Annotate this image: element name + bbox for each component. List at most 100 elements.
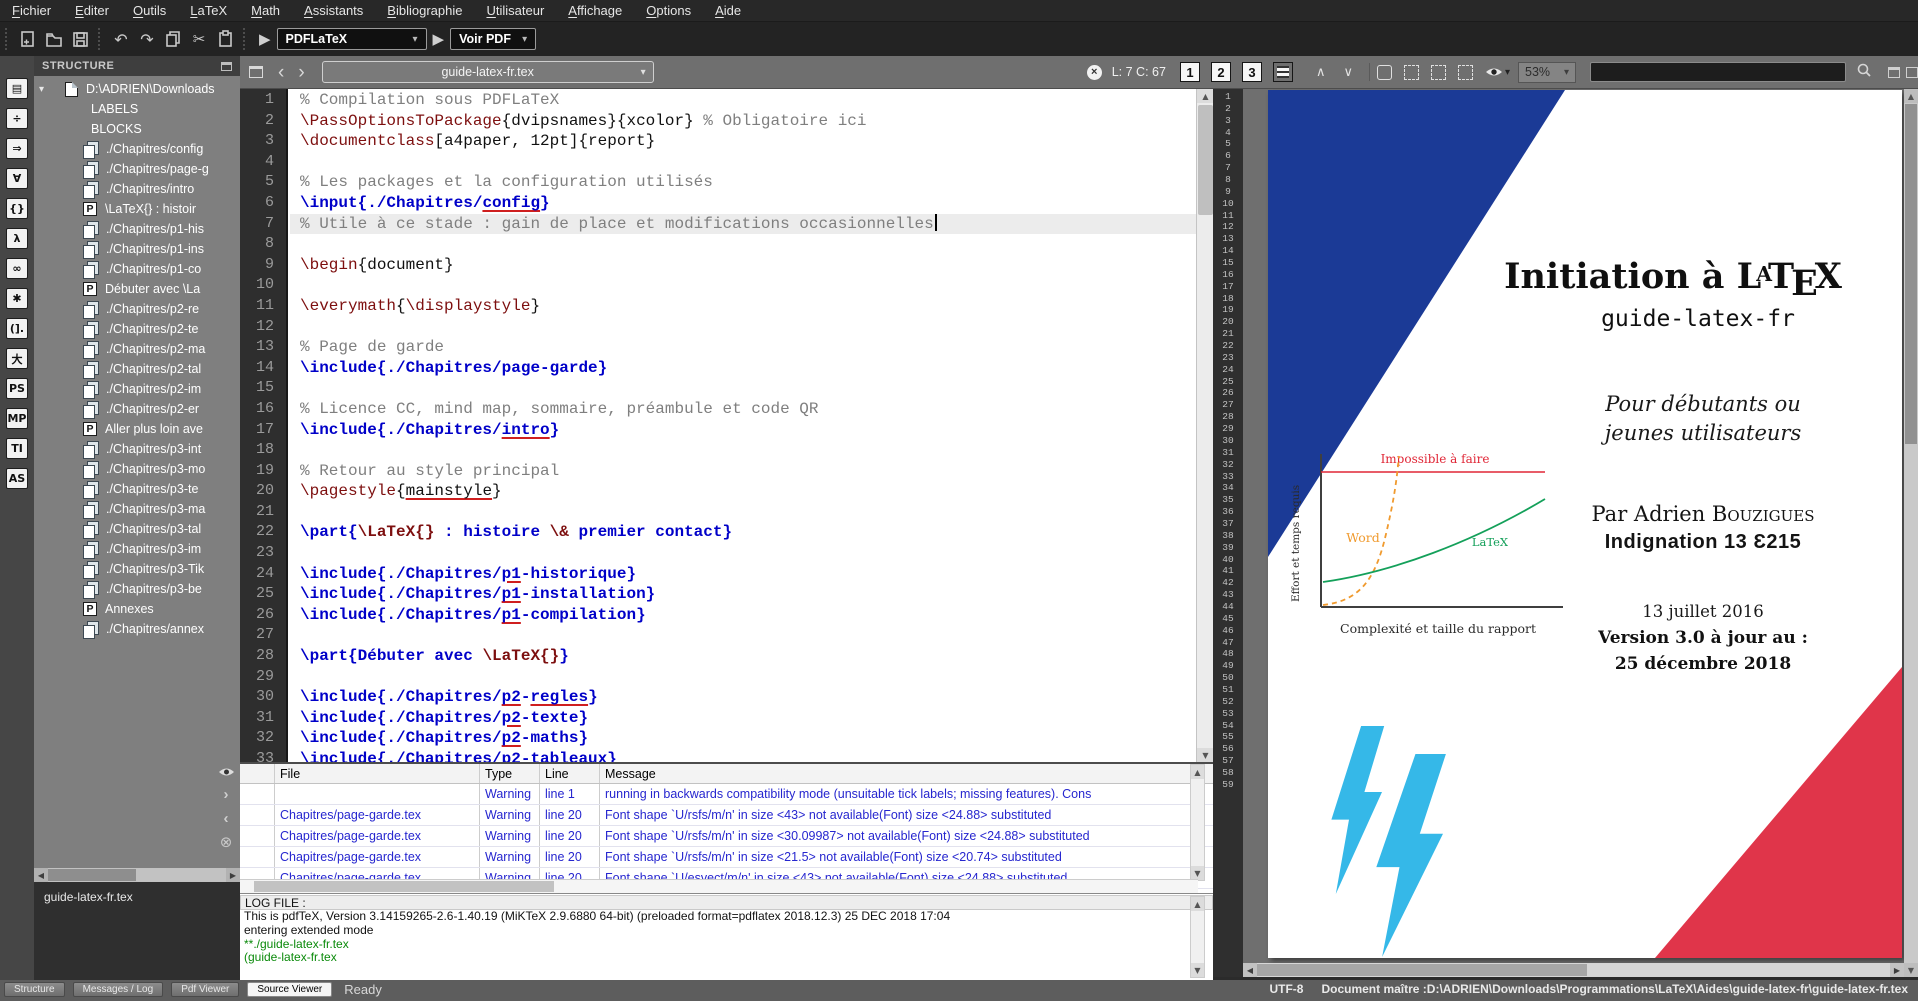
close-pdf-icon[interactable] xyxy=(1906,67,1918,78)
tree-item[interactable]: ./Chapitres/p3-im xyxy=(34,539,240,559)
status-tab-source-viewer[interactable]: Source Viewer xyxy=(247,982,332,997)
menu-item-bibliographie[interactable]: Bibliographie xyxy=(375,0,474,22)
source-editor[interactable]: 1234567891011121314151617181920212223242… xyxy=(240,89,1213,762)
menu-item-options[interactable]: Options xyxy=(634,0,703,22)
code-line[interactable] xyxy=(290,667,1196,688)
sidebar-tab-delimiters[interactable]: {} xyxy=(6,198,28,219)
menu-item-math[interactable]: Math xyxy=(239,0,292,22)
code-line[interactable]: \include{./Chapitres/page-garde} xyxy=(290,358,1196,379)
menu-item-outils[interactable]: Outils xyxy=(121,0,178,22)
search-icon[interactable] xyxy=(1856,62,1872,83)
structure-hscrollbar[interactable]: ◀▶ xyxy=(34,868,240,882)
message-row[interactable]: Chapitres/page-garde.texWarningline 20Fo… xyxy=(240,826,1213,847)
tree-item[interactable]: P\LaTeX{} : histoir xyxy=(34,199,240,219)
code-line[interactable] xyxy=(290,440,1196,461)
nav-forward-button[interactable]: › xyxy=(291,63,311,82)
code-line[interactable]: \part{\LaTeX{} : histoire \& premier con… xyxy=(290,522,1196,543)
tree-expand-caret-icon[interactable]: ▾ xyxy=(39,84,51,95)
next-error-icon[interactable]: › xyxy=(224,787,229,802)
previous-page-icon[interactable]: ∧ xyxy=(1307,65,1335,80)
view-pdf-select[interactable]: Voir PDF ▾ xyxy=(450,28,536,50)
messages-hscrollbar[interactable] xyxy=(240,879,1198,893)
tree-item[interactable]: ./Chapitres/annex xyxy=(34,619,240,639)
compiler-select[interactable]: PDFLaTeX ▾ xyxy=(277,28,427,50)
sidebar-tab-structure[interactable]: ▤ xyxy=(6,78,28,99)
code-line[interactable]: % Page de garde xyxy=(290,337,1196,358)
code-line[interactable]: \include{./Chapitres/p2-texte} xyxy=(290,708,1196,729)
tree-item[interactable]: PAller plus loin ave xyxy=(34,419,240,439)
code-line[interactable]: \documentclass[a4paper, 12pt]{report} xyxy=(290,131,1196,152)
pdf-viewer[interactable]: Initiation à LATEX guide-latex-fr Pour d… xyxy=(1243,89,1904,977)
status-tab-messages-log[interactable]: Messages / Log xyxy=(73,982,164,997)
sidebar-tab-brackets[interactable]: (]. xyxy=(6,318,28,339)
code-line[interactable] xyxy=(290,543,1196,564)
sidebar-tab-misc-math[interactable]: ∞ xyxy=(6,258,28,279)
tree-item[interactable]: ./Chapitres/p3-Tik xyxy=(34,559,240,579)
menu-item-fichier[interactable]: Fichier xyxy=(0,0,63,22)
menu-item-utilisateur[interactable]: Utilisateur xyxy=(474,0,556,22)
presentation-icon[interactable] xyxy=(1458,65,1473,80)
tree-item[interactable]: ./Chapitres/p2-er xyxy=(34,399,240,419)
preview-eye-button[interactable]: ▾ xyxy=(1485,66,1510,78)
code-line[interactable]: \include{./Chapitres/intro} xyxy=(290,420,1196,441)
zoom-select[interactable]: 53% ▾ xyxy=(1518,62,1576,83)
tree-item[interactable]: ./Chapitres/intro xyxy=(34,179,240,199)
messages-vscrollbar[interactable]: ▲▼ xyxy=(1190,764,1205,881)
log-vscrollbar[interactable]: ▲▼ xyxy=(1190,896,1205,978)
new-document-button[interactable] xyxy=(15,26,41,52)
editor-vscrollbar[interactable]: ▲ ▼ xyxy=(1196,89,1213,762)
tree-item[interactable]: ./Chapitres/p3-mo xyxy=(34,459,240,479)
sidebar-tab-misc-symbols[interactable]: ∀ xyxy=(6,168,28,189)
pdf-vscrollbar[interactable]: ▲ ▼ xyxy=(1904,89,1918,977)
tree-item[interactable]: BLOCKS xyxy=(34,119,240,139)
undo-icon[interactable]: ↶ xyxy=(108,26,134,52)
close-document-icon[interactable]: × xyxy=(1087,65,1102,80)
sidebar-tab-pstricks[interactable]: PS xyxy=(6,378,28,399)
code-line[interactable] xyxy=(290,625,1196,646)
code-line[interactable]: % Retour au style principal xyxy=(290,461,1196,482)
code-line[interactable]: \include{./Chapitres/p2-regles} xyxy=(290,687,1196,708)
code-line[interactable]: \include{./Chapitres/p1-historique} xyxy=(290,564,1196,585)
tree-item[interactable]: ./Chapitres/p2-tal xyxy=(34,359,240,379)
message-row[interactable]: Warningline 1running in backwards compat… xyxy=(240,784,1213,805)
tree-item[interactable]: ./Chapitres/config xyxy=(34,139,240,159)
code-line[interactable]: \include{./Chapitres/p1-compilation} xyxy=(290,605,1196,626)
sidebar-tab-most-used[interactable]: ✱ xyxy=(6,288,28,309)
detach-pdf-icon[interactable] xyxy=(1888,67,1900,78)
tree-item[interactable]: ./Chapitres/p1-ins xyxy=(34,239,240,259)
show-log-eye-icon[interactable] xyxy=(218,766,235,778)
tree-item[interactable]: ./Chapitres/p1-his xyxy=(34,219,240,239)
pdf-search-input[interactable] xyxy=(1590,62,1846,82)
open-file-button[interactable] xyxy=(41,26,67,52)
open-file-label[interactable]: guide-latex-fr.tex xyxy=(34,882,240,904)
tree-item[interactable]: ▾D:\ADRIEN\Downloads xyxy=(34,79,240,99)
rotate-icon[interactable] xyxy=(1377,65,1392,80)
code-line[interactable]: \PassOptionsToPackage{dvipsnames}{xcolor… xyxy=(290,111,1196,132)
code-line[interactable] xyxy=(290,378,1196,399)
stop-process-icon[interactable]: ⊗ xyxy=(220,835,233,850)
run-view-button[interactable]: ▶ xyxy=(427,30,451,48)
code-line[interactable]: \pagestyle{mainstyle} xyxy=(290,481,1196,502)
tree-item[interactable]: LABELS xyxy=(34,99,240,119)
code-line[interactable]: \everymath{\displaystyle} xyxy=(290,296,1196,317)
tree-item[interactable]: ./Chapitres/p3-be xyxy=(34,579,240,599)
code-line[interactable]: \input{./Chapitres/config} xyxy=(290,193,1196,214)
code-line[interactable] xyxy=(290,275,1196,296)
code-line[interactable] xyxy=(290,502,1196,523)
code-line[interactable]: % Les packages et la configuration utili… xyxy=(290,172,1196,193)
code-line[interactable]: % Utile à ce stade : gain de place et mo… xyxy=(290,214,1196,235)
page-button-1[interactable]: 1 xyxy=(1180,62,1200,82)
redo-icon[interactable]: ↷ xyxy=(134,26,160,52)
code-line[interactable]: % Compilation sous PDFLaTeX xyxy=(290,90,1196,111)
code-line[interactable]: \include{./Chapitres/p1-installation} xyxy=(290,584,1196,605)
status-tab-pdf-viewer[interactable]: Pdf Viewer xyxy=(171,982,239,997)
pdf-hscrollbar[interactable]: ◀▶ xyxy=(1243,963,1904,977)
dock-icon[interactable] xyxy=(221,62,232,71)
sidebar-tab-metapost[interactable]: MP xyxy=(6,408,28,429)
menu-item-affichage[interactable]: Affichage xyxy=(556,0,634,22)
code-line[interactable]: % Licence CC, mind map, sommaire, préamb… xyxy=(290,399,1196,420)
nav-back-button[interactable]: ‹ xyxy=(271,63,291,82)
sidebar-tab-tikz[interactable]: TI xyxy=(6,438,28,459)
cut-icon[interactable]: ✂ xyxy=(186,26,212,52)
tree-item[interactable]: ./Chapitres/p1-co xyxy=(34,259,240,279)
